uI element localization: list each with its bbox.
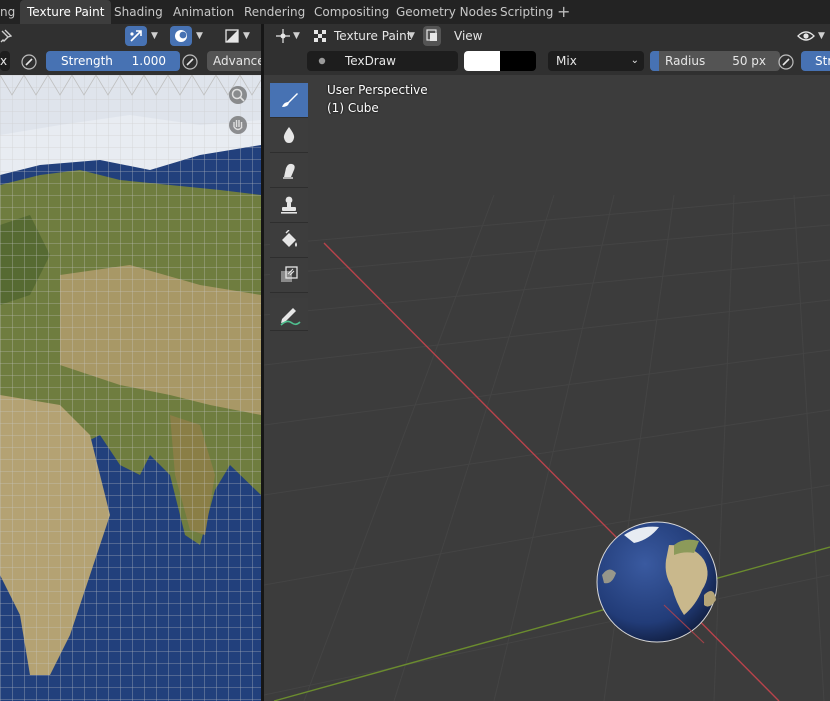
strength-label: Strength: [61, 54, 113, 68]
editor-type-icon[interactable]: [275, 28, 291, 44]
mask-icon: [281, 266, 298, 282]
pressure-pen-icon[interactable]: [21, 54, 37, 70]
pressure-pen-icon[interactable]: [182, 54, 198, 70]
x-axis-line: [323, 242, 780, 701]
stamp-clone-icon: [281, 196, 297, 214]
tab-compositing[interactable]: Compositing: [307, 0, 396, 24]
tool-fill[interactable]: [270, 223, 308, 258]
workspace-tab-bar: ng Texture Paint Shading Animation Rende…: [0, 0, 830, 24]
bucket-fill-icon: [282, 230, 297, 247]
chevron-down-icon[interactable]: ▼: [293, 26, 300, 46]
earth-texture-map: [0, 75, 261, 701]
strength-slider[interactable]: Strength 1.000: [46, 51, 180, 71]
zoom-icon[interactable]: [228, 85, 248, 105]
chevron-down-icon: ⌄: [630, 55, 639, 66]
chevron-down-icon[interactable]: ▼: [243, 26, 250, 46]
viewport-scene: [264, 194, 830, 701]
brush-draw-icon: [282, 93, 298, 107]
tab-shading[interactable]: Shading: [107, 0, 170, 24]
brush-field-partial[interactable]: x: [0, 51, 10, 71]
tool-draw[interactable]: [270, 83, 308, 118]
uv-image-canvas[interactable]: [0, 75, 261, 701]
primary-color-swatch[interactable]: [464, 51, 500, 71]
brush-selector[interactable]: TexDraw: [307, 51, 458, 71]
tab-geometry-nodes[interactable]: Geometry Nodes: [389, 0, 504, 24]
add-workspace-button[interactable]: +: [557, 0, 570, 24]
tab-texture-paint[interactable]: Texture Paint: [20, 0, 112, 24]
chevron-down-icon[interactable]: ▼: [818, 26, 825, 46]
strength-slider-partial[interactable]: Str: [801, 51, 830, 71]
radius-fill: [650, 51, 659, 71]
texture-paint-mode-icon: [314, 30, 326, 42]
drop-soften-icon: [283, 127, 295, 143]
earth-sphere: [596, 521, 718, 643]
3d-viewport[interactable]: [264, 75, 830, 701]
tab-modeling-partial[interactable]: ng: [0, 0, 22, 24]
viewport-header: ▼ Texture Paint ▼ View ▼: [264, 24, 830, 48]
strength-value: 1.000: [131, 54, 166, 68]
tool-smear[interactable]: [270, 153, 308, 188]
view-perspective-label: User Perspective: [327, 83, 428, 97]
mode-selector[interactable]: Texture Paint: [334, 26, 411, 46]
secondary-color-swatch[interactable]: [500, 51, 536, 71]
pressure-pen-icon[interactable]: [778, 54, 794, 70]
active-object-label: (1) Cube: [327, 101, 379, 115]
radius-label: Radius: [665, 54, 706, 68]
uv-editor-header: ▼ ▼ ▼: [0, 24, 261, 48]
hand-pan-icon[interactable]: [228, 115, 248, 135]
y-axis-line: [273, 546, 830, 701]
view-menu[interactable]: View: [454, 26, 482, 46]
radius-slider[interactable]: Radius 50 px: [650, 51, 780, 71]
blend-mode-dropdown[interactable]: Mix ⌄: [548, 51, 644, 71]
smear-finger-icon: [283, 163, 295, 179]
xray-toggle[interactable]: [423, 26, 441, 46]
annotate-pencil-icon: [280, 308, 301, 326]
chevron-down-icon[interactable]: ▼: [151, 26, 158, 46]
uv-tool-settings: x Strength 1.000 Advanced: [0, 48, 272, 75]
tab-scripting[interactable]: Scripting: [493, 0, 560, 24]
chevron-down-icon[interactable]: ▼: [408, 26, 415, 46]
brush-datablock-icon: [318, 57, 326, 65]
tool-annotate[interactable]: [270, 298, 308, 331]
image-display-icon[interactable]: [225, 29, 239, 43]
display-channels-button[interactable]: [170, 26, 192, 46]
layers-icon: [426, 29, 437, 41]
uv-sync-icon: [130, 30, 142, 42]
overlay-spheres-icon: [175, 30, 187, 42]
sync-selection-button[interactable]: [125, 26, 147, 46]
radius-value: 50 px: [732, 54, 766, 68]
tool-clone[interactable]: [270, 188, 308, 223]
tool-mask[interactable]: [270, 258, 308, 293]
tool-soften[interactable]: [270, 118, 308, 153]
pin-icon[interactable]: [0, 29, 12, 43]
tab-animation[interactable]: Animation: [166, 0, 241, 24]
visibility-eye-icon[interactable]: [797, 28, 815, 44]
tab-rendering[interactable]: Rendering: [237, 0, 312, 24]
chevron-down-icon[interactable]: ▼: [196, 26, 203, 46]
blend-mode-value: Mix: [556, 54, 577, 68]
viewport-tool-settings: TexDraw Mix ⌄ Radius 50 px Str: [264, 48, 830, 75]
brush-name: TexDraw: [345, 54, 396, 68]
